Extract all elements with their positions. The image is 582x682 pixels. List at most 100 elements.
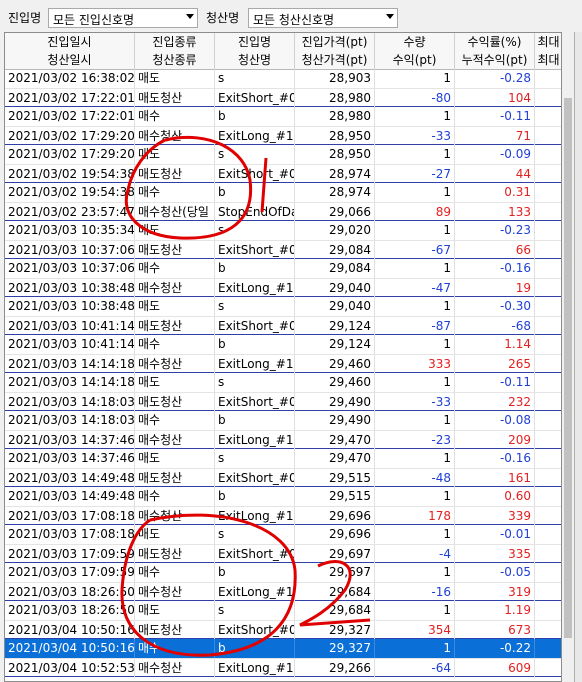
exit-line[interactable]: 2021/03/02 19:54:38 매도청산 ExitShort_#0 28,97…: [5, 164, 561, 184]
exit-line[interactable]: 2021/03/03 10:38:48 매수청산 ExitLong_#1 29,040…: [5, 278, 561, 298]
entry-name-cell: s: [215, 373, 295, 392]
table-row[interactable]: 2021/03/03 17:09:59 매수 b 29,697 1 -0.05 2021/0…: [5, 563, 561, 602]
table-row[interactable]: 2021/03/03 10:35:34 매도 s 29,020 1 -0.23 2021/0…: [5, 221, 561, 260]
table-row[interactable]: 2021/03/02 17:29:20 매도 s 28,950 1 -0.09 2021/0…: [5, 145, 561, 184]
exit-line[interactable]: 2021/03/03 14:14:18 매수청산 ExitLong_#1 29,460…: [5, 354, 561, 374]
entry-price-cell: 29,040: [295, 297, 375, 316]
exit-line[interactable]: 2021/03/03 14:18:03 매도청산 ExitShort_#0 29,49…: [5, 392, 561, 412]
entry-name-cell: b: [215, 335, 295, 354]
exit-line[interactable]: 2021/03/02 23:57:47매수청산(당일StopEndOfDay29…: [5, 202, 561, 222]
trade-list-grid[interactable]: 진입일시 진입종류 진입명 진입가격(pt) 수량 수익률(%) 최대 청산일시…: [4, 32, 562, 682]
exit-line[interactable]: 2021/03/03 18:26:50 매수청산 ExitLong_#1 29,684…: [5, 582, 561, 602]
header-row-entry: 진입일시 진입종류 진입명 진입가격(pt) 수량 수익률(%) 최대: [5, 33, 561, 51]
exit-line[interactable]: 2021/03/03 10:37:06 매도청산 ExitShort_#0 29,08…: [5, 240, 561, 260]
cum-profit-cell: 161: [455, 469, 535, 488]
entry-line[interactable]: 2021/03/03 10:38:48 매도 s 29,040 1 -0.30: [5, 297, 561, 316]
cum-profit-cell: 232: [455, 393, 535, 412]
entry-line[interactable]: 2021/03/03 10:41:14 매수 b 29,124 1 1.14: [5, 335, 561, 354]
col-max[interactable]: 최대: [535, 33, 561, 51]
table-row[interactable]: 2021/03/02 16:38:02 매도 s 28,903 1 -0.28 2021/0…: [5, 69, 561, 108]
entry-line[interactable]: 2021/03/02 17:22:01 매수 b 28,980 1 -0.11: [5, 107, 561, 126]
vertical-scrollbar[interactable]: [562, 32, 574, 682]
entry-line[interactable]: 2021/03/02 16:38:02 매도 s 28,903 1 -0.28: [5, 69, 561, 88]
max-cell: [535, 145, 561, 164]
entry-time-cell: 2021/03/03 10:37:06: [5, 259, 135, 278]
table-row[interactable]: 2021/03/03 17:08:18 매도 s 29,696 1 -0.01 2021/0…: [5, 525, 561, 564]
col-entry-time[interactable]: 진입일시: [5, 33, 135, 51]
col-return-rate[interactable]: 수익률(%): [455, 33, 535, 51]
entry-line[interactable]: 2021/03/03 14:49:48 매수 b 29,515 1 0.60: [5, 487, 561, 506]
col-entry-name[interactable]: 진입명: [215, 33, 295, 51]
exit-line[interactable]: 2021/03/03 17:09:59 매도청산 ExitShort_#0 29,69…: [5, 544, 561, 564]
col-entry-type[interactable]: 진입종류: [135, 33, 215, 51]
entry-line[interactable]: 2021/03/03 17:08:18 매도 s 29,696 1 -0.01: [5, 525, 561, 544]
exit-name-cell: ExitShort_#0: [215, 165, 295, 184]
table-row[interactable]: 2021/03/04 10:50:16 매수 b 29,327 1 -0.22 2021/0…: [5, 639, 561, 678]
entry-line[interactable]: 2021/03/03 17:09:59 매수 b 29,697 1 -0.05: [5, 563, 561, 582]
max-cell: [535, 107, 561, 126]
max-cell: [535, 259, 561, 278]
table-row[interactable]: 2021/03/03 14:37:46 매도 s 29,470 1 -0.16 2021/0…: [5, 449, 561, 488]
quantity-cell: 1: [375, 639, 455, 658]
table-row[interactable]: 2021/03/03 10:37:06 매수 b 29,084 1 -0.16 2021/0…: [5, 259, 561, 298]
exit-signal-select[interactable]: 모든 청산신호명: [248, 8, 398, 28]
exit-name-cell: ExitShort_#0: [215, 545, 295, 564]
entry-name-cell: s: [215, 449, 295, 468]
entry-line[interactable]: 2021/03/03 10:37:06 매수 b 29,084 1 -0.16: [5, 259, 561, 278]
entry-line[interactable]: 2021/03/03 14:37:46 매도 s 29,470 1 -0.16: [5, 449, 561, 468]
entry-line[interactable]: 2021/03/03 10:35:34 매도 s 29,020 1 -0.23: [5, 221, 561, 240]
col-exit-name[interactable]: 청산명: [215, 51, 295, 69]
entry-line[interactable]: 2021/03/02 17:29:20 매도 s 28,950 1 -0.09: [5, 145, 561, 164]
exit-line[interactable]: 2021/03/04 10:52:53 매수청산 ExitLong_#1 29,266…: [5, 658, 561, 678]
exit-line[interactable]: 2021/03/02 17:29:20 매수청산 ExitLong_#1 28,950…: [5, 126, 561, 146]
table-row[interactable]: 2021/03/03 18:26:50 매도 s 29,684 1 1.19 2021/03…: [5, 601, 561, 640]
profit-cell: 333: [375, 355, 455, 374]
return-rate-cell: 0.31: [455, 183, 535, 202]
entry-line[interactable]: 2021/03/03 18:26:50 매도 s 29,684 1 1.19: [5, 601, 561, 620]
table-row[interactable]: 2021/03/03 14:14:18 매도 s 29,460 1 -0.11 2021/0…: [5, 373, 561, 412]
entry-line[interactable]: 2021/03/02 19:54:38 매수 b 28,974 1 0.31: [5, 183, 561, 202]
exit-line[interactable]: 2021/03/04 10:50:16 매도청산 ExitShort_#0 29,32…: [5, 620, 561, 640]
col-quantity[interactable]: 수량: [375, 33, 455, 51]
return-rate-cell: 1.14: [455, 335, 535, 354]
entry-type-cell: 매도: [135, 525, 215, 544]
entry-line[interactable]: 2021/03/04 10:50:16 매수 b 29,327 1 -0.22: [5, 639, 561, 658]
max-cell: [535, 659, 561, 678]
col-max-2[interactable]: 최대: [535, 51, 561, 69]
col-profit[interactable]: 수익(pt): [375, 51, 455, 69]
table-row[interactable]: 2021/03/02 17:22:01 매수 b 28,980 1 -0.11 2021/0…: [5, 107, 561, 146]
table-row[interactable]: 2021/03/03 14:49:48 매수 b 29,515 1 0.60 2021/03…: [5, 487, 561, 526]
col-exit-price[interactable]: 청산가격(pt): [295, 51, 375, 69]
max-cell: [535, 127, 561, 146]
table-row[interactable]: 2021/03/02 19:54:38 매수 b 28,974 1 0.31 2021/03…: [5, 183, 561, 222]
exit-time-cell: 2021/03/03 10:37:06: [5, 241, 135, 260]
exit-price-cell: 29,515: [295, 469, 375, 488]
exit-type-cell: 매도청산: [135, 545, 215, 564]
max-cell: [535, 89, 561, 108]
entry-line[interactable]: 2021/03/03 14:18:03 매수 b 29,490 1 -0.08: [5, 411, 561, 430]
exit-price-cell: 29,490: [295, 393, 375, 412]
col-exit-time[interactable]: 청산일시: [5, 51, 135, 69]
table-row[interactable]: 2021/03/03 10:38:48 매도 s 29,040 1 -0.30 2021/0…: [5, 297, 561, 336]
table-row[interactable]: 2021/03/03 14:18:03 매수 b 29,490 1 -0.08 2021/0…: [5, 411, 561, 450]
exit-name-cell: ExitLong_#1: [215, 507, 295, 526]
col-cum-profit[interactable]: 누적수익(pt): [455, 51, 535, 69]
entry-name-cell: b: [215, 259, 295, 278]
entry-time-cell: 2021/03/02 17:22:01: [5, 107, 135, 126]
exit-line[interactable]: 2021/03/02 17:22:01 매도청산 ExitShort_#0 28,98…: [5, 88, 561, 108]
scrollbar-thumb[interactable]: [564, 98, 572, 638]
cum-profit-cell: 209: [455, 431, 535, 450]
entry-type-cell: 매도: [135, 297, 215, 316]
entry-signal-select[interactable]: 모든 진입신호명: [48, 8, 198, 28]
table-row[interactable]: 2021/03/03 10:41:14 매수 b 29,124 1 1.14 2021/03…: [5, 335, 561, 374]
exit-line[interactable]: 2021/03/03 10:41:14 매도청산 ExitShort_#0 29,12…: [5, 316, 561, 336]
col-exit-type[interactable]: 청산종류: [135, 51, 215, 69]
entry-line[interactable]: 2021/03/03 14:14:18 매도 s 29,460 1 -0.11: [5, 373, 561, 392]
exit-line[interactable]: 2021/03/03 14:37:46 매수청산 ExitLong_#1 29,470…: [5, 430, 561, 450]
exit-line[interactable]: 2021/03/03 17:08:18 매수청산 ExitLong_#1 29,696…: [5, 506, 561, 526]
entry-type-cell: 매수: [135, 487, 215, 506]
max-cell: [535, 335, 561, 354]
exit-line[interactable]: 2021/03/03 14:49:48 매도청산 ExitShort_#0 29,51…: [5, 468, 561, 488]
col-entry-price[interactable]: 진입가격(pt): [295, 33, 375, 51]
exit-price-cell: 28,980: [295, 89, 375, 108]
